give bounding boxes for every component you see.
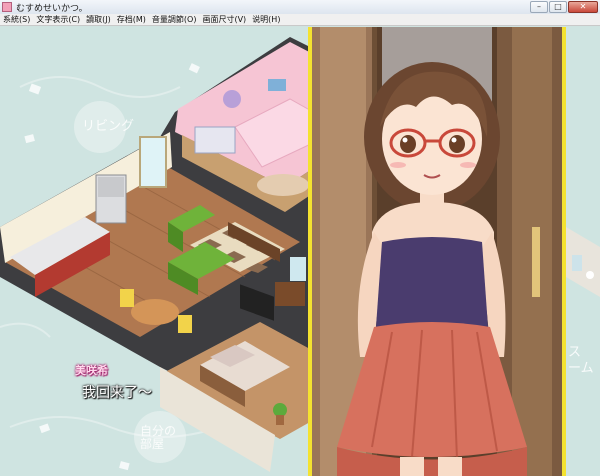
room-label-own-room[interactable]: 自分の 部屋 [140, 425, 176, 451]
room-label-living[interactable]: リビング [82, 115, 134, 134]
game-viewport[interactable]: リビング 自分の 部屋 ス ーム 美咲希 我回来了～ [0, 27, 600, 476]
close-button[interactable]: ✕ [568, 1, 598, 13]
menu-volume[interactable]: 音量調節(O) [152, 14, 197, 25]
window-title: むすめせいかつ。 [16, 4, 88, 14]
app-icon [2, 2, 12, 12]
menu-load[interactable]: 讀取(J) [86, 14, 111, 25]
minimize-button[interactable]: – [530, 1, 548, 13]
menu-text-display[interactable]: 文字表示(C) [36, 14, 80, 25]
window-titlebar[interactable]: むすめせいかつ。 – □ ✕ [0, 0, 600, 15]
menu-screen-size[interactable]: 画面尺寸(V) [202, 14, 246, 25]
character-portrait [312, 27, 562, 476]
dialogue-text[interactable]: 我回来了～ [82, 382, 152, 402]
menu-help[interactable]: 说明(H) [252, 14, 280, 25]
character-portrait-panel [308, 27, 566, 476]
menu-system[interactable]: 系統(S) [3, 14, 30, 25]
window-controls: – □ ✕ [530, 1, 598, 13]
menu-save[interactable]: 存档(M) [117, 14, 146, 25]
menu-bar: 系統(S) 文字表示(C) 讀取(J) 存档(M) 音量調節(O) 画面尺寸(V… [0, 14, 600, 26]
speaker-name: 美咲希 [75, 364, 108, 377]
maximize-button[interactable]: □ [549, 1, 567, 13]
room-label-system-room[interactable]: ス ーム [568, 345, 594, 377]
